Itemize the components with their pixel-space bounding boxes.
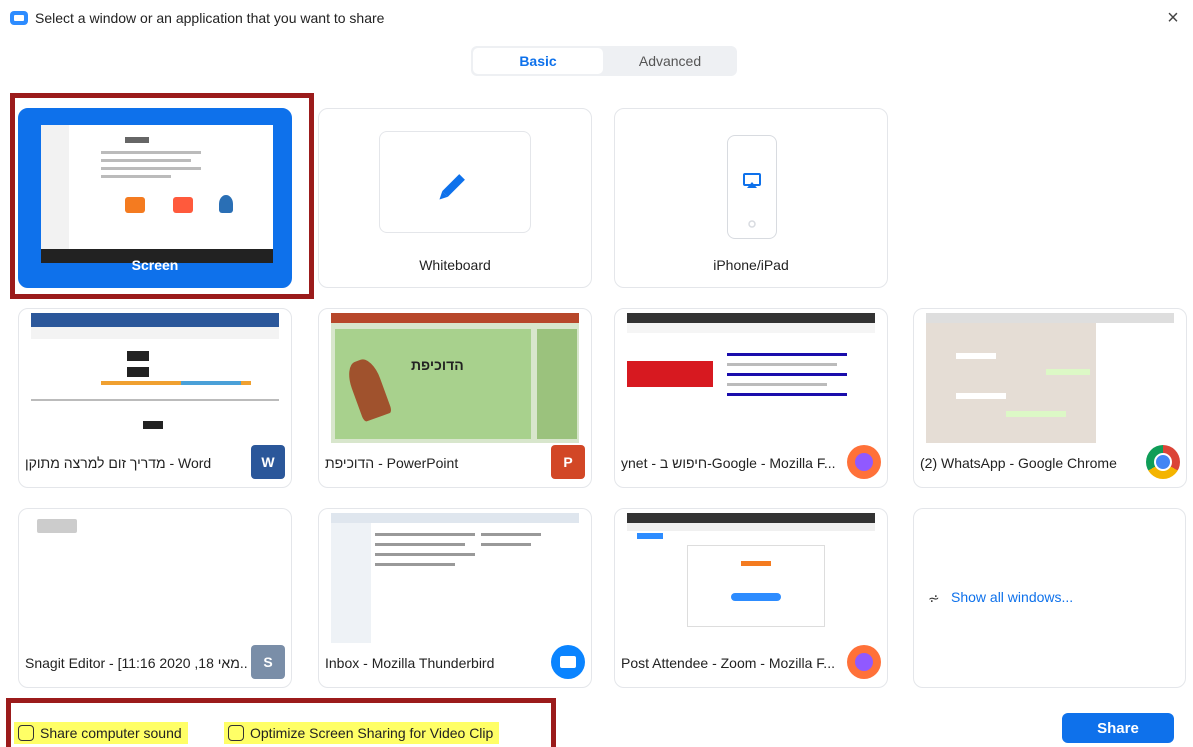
- optimize-video-label: Optimize Screen Sharing for Video Clip: [250, 725, 494, 741]
- share-computer-sound-checkbox[interactable]: Share computer sound: [14, 722, 188, 744]
- snagit-preview: [31, 513, 279, 643]
- optimize-video-checkbox[interactable]: Optimize Screen Sharing for Video Clip: [224, 722, 500, 744]
- window-word-label: מדריך זום למרצה מתוקן - Word: [25, 455, 212, 471]
- firefox-zoom-preview: [627, 513, 875, 643]
- firefox-icon: [847, 645, 881, 679]
- word-preview: [31, 313, 279, 443]
- share-option-screen[interactable]: Screen: [18, 108, 292, 288]
- share-option-screen-label: Screen: [131, 257, 179, 273]
- share-option-iphone[interactable]: iPhone/iPad: [614, 108, 888, 288]
- checkbox-icon: [228, 725, 244, 741]
- window-word[interactable]: מדריך זום למרצה מתוקן - Word W: [18, 308, 292, 488]
- share-option-whiteboard[interactable]: Whiteboard: [318, 108, 592, 288]
- thunderbird-icon: [551, 645, 585, 679]
- share-option-whiteboard-label: Whiteboard: [419, 257, 491, 273]
- word-icon: W: [251, 445, 285, 479]
- airplay-icon: [743, 173, 761, 228]
- window-whatsapp-label: (2) WhatsApp - Google Chrome: [920, 455, 1117, 471]
- snagit-icon: S: [251, 645, 285, 679]
- window-thunderbird-label: Inbox - Mozilla Thunderbird: [325, 655, 495, 671]
- window-whatsapp[interactable]: (2) WhatsApp - Google Chrome: [913, 308, 1187, 488]
- screen-preview: [41, 125, 273, 263]
- tab-advanced[interactable]: Advanced: [605, 48, 735, 74]
- window-thunderbird[interactable]: Inbox - Mozilla Thunderbird: [318, 508, 592, 688]
- expand-icon: ⩫: [928, 590, 940, 606]
- chrome-icon: [1146, 445, 1180, 479]
- firefox-icon: [847, 445, 881, 479]
- whatsapp-preview: [926, 313, 1174, 443]
- window-powerpoint-label: הדוכיפת - PowerPoint: [325, 455, 459, 471]
- share-option-iphone-label: iPhone/iPad: [713, 257, 789, 273]
- iphone-tile: [727, 135, 777, 239]
- pencil-icon: [439, 174, 465, 200]
- window-title: Select a window or an application that y…: [35, 10, 385, 26]
- powerpoint-preview: הדוכיפת: [331, 313, 579, 443]
- window-firefox-ynet[interactable]: ynet - חיפוש ב-Google - Mozilla F...: [614, 308, 888, 488]
- zoom-share-icon: [10, 11, 28, 25]
- tab-basic[interactable]: Basic: [473, 48, 603, 74]
- share-button[interactable]: Share: [1062, 713, 1174, 743]
- window-snagit[interactable]: Snagit Editor - [11:16 2020 ,18 מאי... S: [18, 508, 292, 688]
- window-firefox-zoom-label: Post Attendee - Zoom - Mozilla F...: [621, 655, 835, 671]
- slide-title: הדוכיפת: [411, 357, 464, 373]
- window-powerpoint[interactable]: הדוכיפת הדוכיפת - PowerPoint P: [318, 308, 592, 488]
- whiteboard-tile: [379, 131, 531, 233]
- window-firefox-ynet-label: ynet - חיפוש ב-Google - Mozilla F...: [621, 455, 836, 471]
- share-mode-tabs: Basic Advanced: [471, 46, 737, 76]
- window-firefox-zoom[interactable]: Post Attendee - Zoom - Mozilla F...: [614, 508, 888, 688]
- window-snagit-label: Snagit Editor - [11:16 2020 ,18 מאי...: [25, 655, 247, 671]
- show-all-windows[interactable]: ⩫ Show all windows...: [913, 508, 1186, 688]
- share-computer-sound-label: Share computer sound: [40, 725, 182, 741]
- title-bar: Select a window or an application that y…: [0, 0, 1193, 40]
- powerpoint-icon: P: [551, 445, 585, 479]
- thunderbird-preview: [331, 513, 579, 643]
- firefox-ynet-preview: [627, 313, 875, 443]
- close-icon[interactable]: ×: [1161, 6, 1185, 30]
- show-all-windows-label: Show all windows...: [951, 589, 1074, 605]
- checkbox-icon: [18, 725, 34, 741]
